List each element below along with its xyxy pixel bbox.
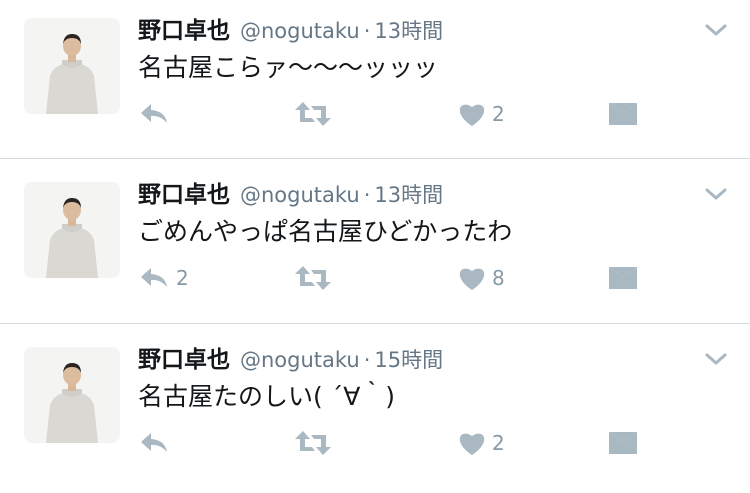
- heart-icon: [459, 433, 485, 455]
- envelope-icon: [609, 103, 637, 125]
- tweet-header: 野口卓也 @nogutaku · 15時間: [138, 343, 443, 377]
- display-name[interactable]: 野口卓也: [138, 18, 230, 44]
- tweet-actions: 2: [138, 92, 648, 136]
- like-button[interactable]: 8: [458, 256, 505, 300]
- tweet-actions: 2 8: [138, 256, 648, 300]
- retweet-icon: [295, 102, 331, 126]
- like-button[interactable]: 2: [458, 92, 505, 136]
- heart-icon: [459, 104, 485, 126]
- direct-message-button[interactable]: [608, 256, 638, 300]
- chevron-down-icon[interactable]: [704, 184, 728, 204]
- reply-button[interactable]: 2: [138, 256, 189, 300]
- retweet-icon: [295, 266, 331, 290]
- reply-icon: [141, 433, 167, 452]
- like-button[interactable]: 2: [458, 421, 505, 465]
- tweet-header: 野口卓也 @nogutaku · 13時間: [138, 14, 443, 48]
- timestamp[interactable]: 15時間: [374, 348, 443, 372]
- tweet-text: 名古屋たのしい( ´∀｀): [138, 382, 396, 411]
- reply-icon: [141, 104, 167, 123]
- tweet[interactable]: 野口卓也 @nogutaku · 15時間 名古屋たのしい( ´∀｀) 2: [0, 329, 750, 493]
- reply-button[interactable]: [138, 92, 176, 136]
- separator-dot: ·: [363, 348, 371, 372]
- like-count: 8: [492, 266, 505, 290]
- user-handle[interactable]: @nogutaku: [240, 19, 360, 43]
- avatar[interactable]: [24, 182, 120, 278]
- tweet-text: ごめんやっぱ名古屋ひどかったわ: [138, 217, 513, 246]
- tweet-text: 名古屋こらァ〜〜〜ッッッ: [138, 53, 439, 82]
- envelope-icon: [609, 432, 637, 454]
- display-name[interactable]: 野口卓也: [138, 347, 230, 373]
- retweet-icon: [295, 431, 331, 455]
- reply-count: 2: [176, 266, 189, 290]
- separator-dot: ·: [363, 183, 371, 207]
- retweet-button[interactable]: [294, 256, 332, 300]
- chevron-down-icon[interactable]: [704, 349, 728, 369]
- retweet-button[interactable]: [294, 421, 332, 465]
- retweet-button[interactable]: [294, 92, 332, 136]
- user-handle[interactable]: @nogutaku: [240, 348, 360, 372]
- user-handle[interactable]: @nogutaku: [240, 183, 360, 207]
- chevron-down-icon[interactable]: [704, 20, 728, 40]
- tweet-header: 野口卓也 @nogutaku · 13時間: [138, 178, 443, 212]
- tweet[interactable]: 野口卓也 @nogutaku · 13時間 名古屋こらァ〜〜〜ッッッ 2: [0, 0, 750, 164]
- direct-message-button[interactable]: [608, 92, 638, 136]
- direct-message-button[interactable]: [608, 421, 638, 465]
- divider: [0, 323, 750, 324]
- timestamp[interactable]: 13時間: [374, 19, 443, 43]
- display-name[interactable]: 野口卓也: [138, 182, 230, 208]
- reply-button[interactable]: [138, 421, 176, 465]
- separator-dot: ·: [363, 19, 371, 43]
- like-count: 2: [492, 431, 505, 455]
- envelope-icon: [609, 267, 637, 289]
- reply-icon: [141, 268, 167, 287]
- divider: [0, 158, 750, 159]
- tweet[interactable]: 野口卓也 @nogutaku · 13時間 ごめんやっぱ名古屋ひどかったわ 2 8: [0, 164, 750, 328]
- like-count: 2: [492, 102, 505, 126]
- tweet-actions: 2: [138, 421, 648, 465]
- avatar[interactable]: [24, 347, 120, 443]
- timestamp[interactable]: 13時間: [374, 183, 443, 207]
- avatar[interactable]: [24, 18, 120, 114]
- heart-icon: [459, 268, 485, 290]
